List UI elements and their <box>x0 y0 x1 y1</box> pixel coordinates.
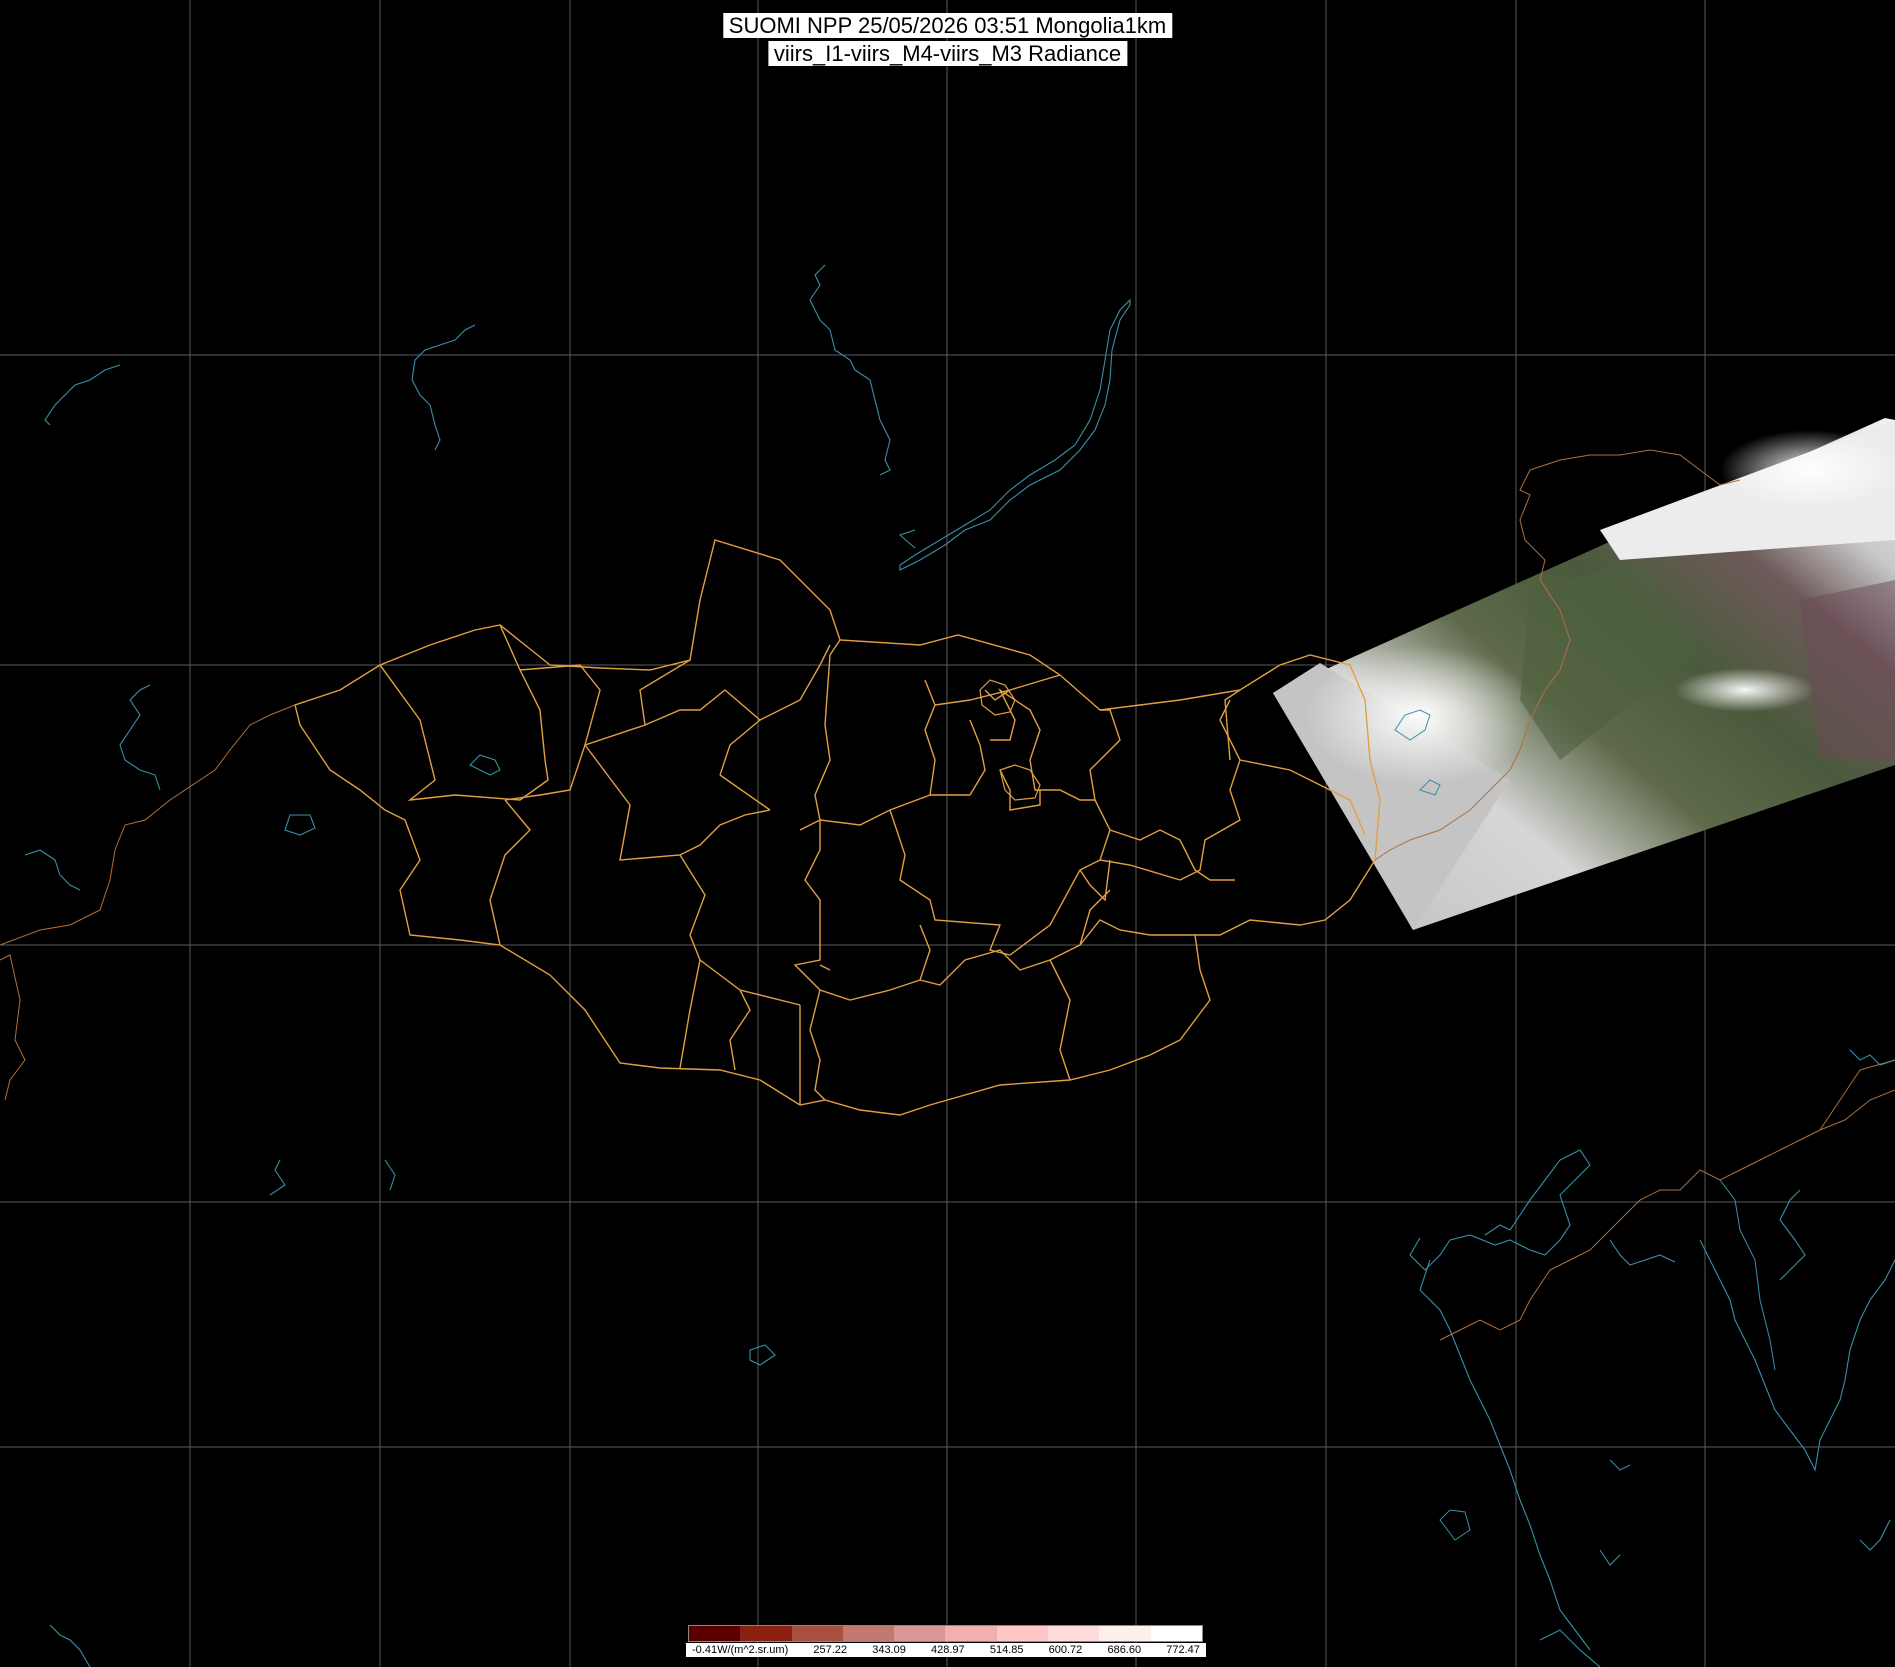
satellite-map <box>0 0 1895 1667</box>
colorbar-label: 428.97 <box>931 1644 965 1656</box>
colorbar-label: 686.60 <box>1107 1644 1142 1656</box>
title-line-1: SUOMI NPP 25/05/2026 03:51 Mongolia1km <box>722 13 1173 38</box>
colorbar-swatch <box>1150 1626 1202 1641</box>
colorbar-swatch <box>1048 1626 1100 1641</box>
colorbar-swatch <box>791 1626 843 1641</box>
colorbar-label-min: -0.41W/(m^2.sr.um) <box>692 1644 789 1656</box>
colorbar-label: 343.09 <box>872 1644 906 1656</box>
colorbar <box>688 1625 1203 1642</box>
colorbar-swatch <box>1099 1626 1151 1641</box>
colorbar-swatch <box>740 1626 792 1641</box>
province-borders <box>294 539 1381 1116</box>
colorbar-swatch <box>689 1626 741 1641</box>
colorbar-labels: -0.41W/(m^2.sr.um) 257.22 343.09 428.97 … <box>686 1643 1206 1657</box>
title-line-2: viirs_I1-viirs_M4-viirs_M3 Radiance <box>767 41 1128 66</box>
colorbar-swatch <box>945 1626 997 1641</box>
colorbar-label: 600.72 <box>1048 1644 1083 1656</box>
colorbar-label: 514.85 <box>989 1644 1024 1656</box>
colorbar-label: 772.47 <box>1166 1644 1200 1656</box>
coastlines-lakes <box>24 264 1895 1667</box>
satellite-swath <box>1273 418 1895 930</box>
colorbar-label: 257.22 <box>813 1644 848 1656</box>
peninsula-outline <box>1439 1179 1776 1541</box>
colorbar-swatch <box>894 1626 946 1641</box>
colorbar-swatch <box>842 1626 895 1641</box>
colorbar-swatch <box>996 1626 1049 1641</box>
